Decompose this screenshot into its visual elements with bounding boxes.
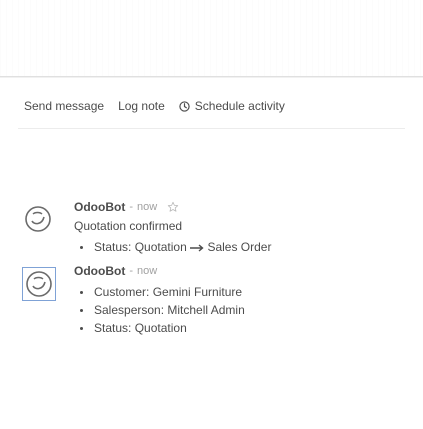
log-note-button[interactable]: Log note <box>118 99 165 113</box>
tracking-item: Status: Quotation <box>74 319 245 337</box>
tracking-list: Customer: Gemini Furniture Salesperson: … <box>74 283 245 337</box>
odoobot-avatar[interactable] <box>22 267 56 301</box>
send-message-button[interactable]: Send message <box>24 99 104 113</box>
odoobot-avatar[interactable] <box>24 205 52 233</box>
tracking-label: Status: <box>94 240 132 254</box>
tracking-old-value: Quotation <box>134 240 187 254</box>
tracking-item: Customer: Gemini Furniture <box>74 283 245 301</box>
message-time: now <box>137 201 158 213</box>
chatter-divider <box>18 128 405 129</box>
message-separator: - <box>129 201 133 213</box>
tracking-list: Status: Quotation Sales Order <box>74 238 271 256</box>
message-time: now <box>137 265 158 277</box>
star-icon[interactable] <box>167 201 179 213</box>
form-sheet-bottom <box>0 0 423 77</box>
tracking-value: Quotation <box>134 321 187 335</box>
long-arrow-right-icon <box>190 244 204 252</box>
tracking-new-value: Sales Order <box>207 240 272 254</box>
clock-icon <box>179 100 190 112</box>
tracking-label: Customer: <box>94 285 150 299</box>
schedule-activity-button[interactable]: Schedule activity <box>179 99 285 113</box>
tracking-item: Salesperson: Mitchell Admin <box>74 301 245 319</box>
tracking-value: Mitchell Admin <box>167 303 245 317</box>
tracking-label: Salesperson: <box>94 303 165 317</box>
schedule-activity-label: Schedule activity <box>194 99 285 113</box>
tracking-label: Status: <box>94 321 132 335</box>
tracking-item: Status: Quotation Sales Order <box>74 238 271 256</box>
message-author[interactable]: OdooBot <box>74 264 125 278</box>
chatter-topbar: Send message Log note Schedule activity <box>24 96 285 116</box>
message-header: OdooBot - now <box>74 264 157 278</box>
message-author[interactable]: OdooBot <box>74 200 125 214</box>
message-separator: - <box>129 265 133 277</box>
message-header: OdooBot - now <box>74 200 179 214</box>
message-body: Quotation confirmed <box>74 219 183 233</box>
tracking-value: Gemini Furniture <box>152 285 243 299</box>
